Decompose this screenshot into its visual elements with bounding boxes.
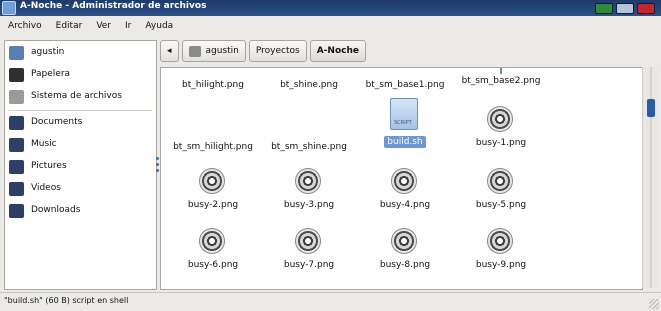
window-controls xyxy=(595,3,655,14)
file-name: busy-1.png xyxy=(475,138,527,148)
gear-icon xyxy=(391,168,419,196)
sidebar-item-label: Papelera xyxy=(31,69,71,79)
file-item[interactable]: bt_shine.png xyxy=(261,76,357,90)
status-bar: "build.sh" (60 B) script en shell xyxy=(0,292,661,311)
file-name: busy-8.png xyxy=(379,260,431,270)
script-file-icon: SCRIPT xyxy=(390,98,420,132)
path-back-button[interactable]: ◂ xyxy=(160,40,179,62)
gear-icon xyxy=(487,228,515,256)
file-manager-icon[interactable] xyxy=(2,1,16,15)
file-name: bt_hilight.png xyxy=(182,80,244,90)
file-name: bt_sm_base2.png xyxy=(461,76,541,86)
breadcrumb-label: Proyectos xyxy=(255,46,300,56)
file-name: busy-5.png xyxy=(475,200,527,210)
script-icon-label: SCRIPT xyxy=(394,120,412,126)
file-name: busy-2.png xyxy=(187,200,239,210)
sidebar-item-label: Pictures xyxy=(31,161,67,171)
menu-bar: Archivo Editar Ver Ir Ayuda xyxy=(0,16,661,35)
file-name: busy-4.png xyxy=(379,200,431,210)
file-item[interactable]: busy-3.png xyxy=(261,168,357,210)
menu-ayuda[interactable]: Ayuda xyxy=(145,21,173,31)
file-item[interactable]: busy-2.png xyxy=(165,168,261,210)
file-name: busy-7.png xyxy=(283,260,335,270)
sidebar-item-label: Music xyxy=(31,139,57,149)
window-title: A-Noche - Administrador de archivos xyxy=(20,1,207,11)
file-name: bt_shine.png xyxy=(280,80,338,90)
gear-icon xyxy=(487,106,515,134)
file-item[interactable]: busy-5.png xyxy=(453,168,549,210)
file-item[interactable]: bt_sm_hilight.png xyxy=(165,138,261,152)
chevron-left-icon: ◂ xyxy=(167,46,172,56)
file-item[interactable]: busy-9.png xyxy=(453,228,549,270)
file-name: busy-3.png xyxy=(283,200,335,210)
music-folder-icon xyxy=(9,138,24,152)
file-item[interactable]: busy-1.png xyxy=(453,106,549,148)
sidebar-item-label: Documents xyxy=(31,117,83,127)
sidebar-divider xyxy=(9,110,152,111)
resize-grip[interactable] xyxy=(649,299,659,309)
menu-ver[interactable]: Ver xyxy=(96,21,111,31)
partial-icon xyxy=(500,68,502,74)
home-icon xyxy=(9,46,24,60)
gear-icon xyxy=(199,228,227,256)
breadcrumb-label: agustin xyxy=(205,46,239,56)
maximize-button[interactable] xyxy=(616,3,634,14)
sidebar-item-papelera[interactable]: Papelera xyxy=(5,65,156,85)
file-item[interactable]: bt_sm_base1.png xyxy=(357,76,453,90)
title-bar: A-Noche - Administrador de archivos xyxy=(0,0,661,16)
path-bar: ◂ agustin Proyectos A-Noche xyxy=(160,40,366,62)
file-name: bt_sm_base1.png xyxy=(365,80,445,90)
downloads-folder-icon xyxy=(9,204,24,218)
pictures-folder-icon xyxy=(9,160,24,174)
status-text: "build.sh" (60 B) script en shell xyxy=(4,296,129,305)
gear-icon xyxy=(487,168,515,196)
gear-icon xyxy=(391,228,419,256)
file-item[interactable]: busy-8.png xyxy=(357,228,453,270)
file-item[interactable]: busy-4.png xyxy=(357,168,453,210)
drive-icon xyxy=(9,90,24,104)
sidebar-item-sistema-de-archivos[interactable]: Sistema de archivos xyxy=(5,87,156,107)
home-icon xyxy=(188,45,201,57)
breadcrumb-proyectos[interactable]: Proyectos xyxy=(248,40,307,62)
file-item-selected[interactable]: SCRIPT build.sh xyxy=(357,98,453,148)
file-name: busy-6.png xyxy=(187,260,239,270)
sidebar-item-agustin[interactable]: agustin xyxy=(5,43,156,63)
minimize-button[interactable] xyxy=(595,3,613,14)
gear-icon xyxy=(295,228,323,256)
menu-archivo[interactable]: Archivo xyxy=(8,21,42,31)
file-name: bt_sm_shine.png xyxy=(271,142,347,152)
sidebar-item-music[interactable]: Music xyxy=(5,135,156,155)
trash-icon xyxy=(9,68,24,82)
sidebar-item-label: Videos xyxy=(31,183,61,193)
sidebar-item-downloads[interactable]: Downloads xyxy=(5,201,156,221)
file-name: busy-9.png xyxy=(475,260,527,270)
videos-folder-icon xyxy=(9,182,24,196)
file-icon-view: bt_hilight.png bt_shine.png bt_sm_base1.… xyxy=(160,67,643,290)
file-item[interactable]: busy-6.png xyxy=(165,228,261,270)
file-name: build.sh xyxy=(384,136,426,148)
sidebar-item-label: Sistema de archivos xyxy=(31,91,122,101)
breadcrumb-label: A-Noche xyxy=(316,46,359,56)
file-name: bt_sm_hilight.png xyxy=(173,142,253,152)
gear-icon xyxy=(295,168,323,196)
documents-folder-icon xyxy=(9,116,24,130)
breadcrumb-agustin[interactable]: agustin xyxy=(181,40,246,62)
sidebar-item-videos[interactable]: Videos xyxy=(5,179,156,199)
file-item[interactable]: busy-7.png xyxy=(261,228,357,270)
sidebar-item-label: agustin xyxy=(31,47,65,57)
file-item[interactable]: bt_hilight.png xyxy=(165,76,261,90)
close-button[interactable] xyxy=(637,3,655,14)
vertical-scrollbar[interactable] xyxy=(642,67,659,288)
menu-ir[interactable]: Ir xyxy=(125,21,131,31)
scroll-thumb[interactable] xyxy=(647,99,655,117)
places-sidebar: agustin Papelera Sistema de archivos Doc… xyxy=(4,40,157,290)
gear-icon xyxy=(199,168,227,196)
sidebar-item-pictures[interactable]: Pictures xyxy=(5,157,156,177)
menu-editar[interactable]: Editar xyxy=(56,21,83,31)
file-item[interactable]: bt_sm_shine.png xyxy=(261,138,357,152)
sidebar-item-documents[interactable]: Documents xyxy=(5,113,156,133)
file-item[interactable]: bt_sm_base2.png xyxy=(453,68,549,86)
breadcrumb-a-noche[interactable]: A-Noche xyxy=(309,40,366,62)
sidebar-item-label: Downloads xyxy=(31,205,81,215)
